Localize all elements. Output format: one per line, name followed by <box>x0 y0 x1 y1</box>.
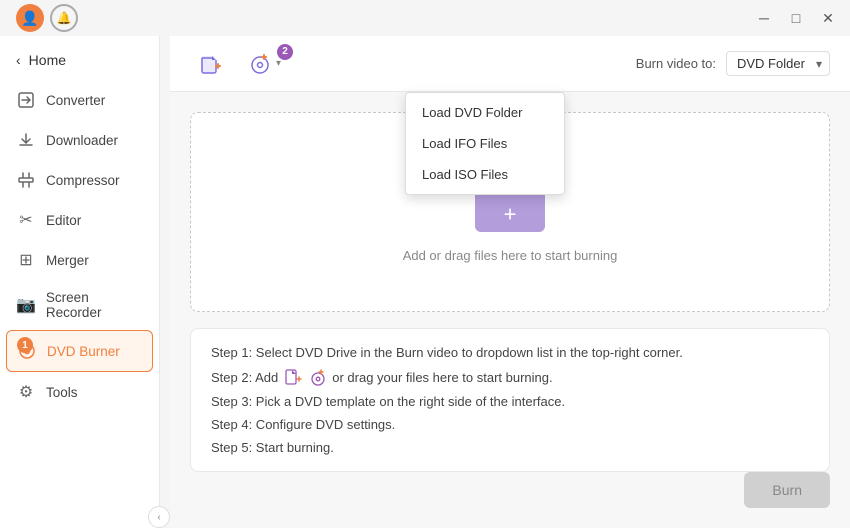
maximize-button[interactable]: □ <box>782 4 810 32</box>
editor-icon: ✂ <box>16 210 36 230</box>
merger-label: Merger <box>46 253 89 268</box>
sidebar-item-converter[interactable]: Converter <box>0 80 159 120</box>
sidebar-item-downloader[interactable]: Downloader <box>0 120 159 160</box>
compressor-label: Compressor <box>46 173 120 188</box>
sidebar-collapse-button[interactable]: ‹ <box>148 506 170 528</box>
screen-recorder-label: Screen Recorder <box>46 290 143 320</box>
downloader-icon <box>16 130 36 150</box>
close-button[interactable]: ✕ <box>814 4 842 32</box>
instruction-step4: Step 4: Configure DVD settings. <box>211 417 809 432</box>
back-arrow-icon: ‹ <box>16 52 21 68</box>
back-button[interactable]: ‹ Home <box>0 44 159 76</box>
dvd-badge: 2 <box>277 44 293 60</box>
instruction-step2: Step 2: Add <box>211 368 809 386</box>
app-icon-bell: 🔔 <box>50 4 78 32</box>
instruction-step5: Step 5: Start burning. <box>211 440 809 455</box>
sidebar-badge: 1 <box>17 337 33 353</box>
merger-icon: ⊞ <box>16 250 36 270</box>
add-dvd-button[interactable]: 2 ▾ <box>240 46 289 82</box>
toolbar: 2 ▾ Burn video to: DVD Folder DVD Disc I… <box>170 36 850 92</box>
minimize-button[interactable]: ─ <box>750 4 778 32</box>
tools-label: Tools <box>46 385 78 400</box>
sidebar-item-editor[interactable]: ✂ Editor <box>0 200 159 240</box>
sidebar-item-dvd-burner[interactable]: 1 DVD Burner <box>6 330 153 372</box>
burn-select-wrapper[interactable]: DVD Folder DVD Disc ISO File <box>726 51 830 76</box>
sidebar-item-compressor[interactable]: Compressor <box>0 160 159 200</box>
tools-icon: ⚙ <box>16 382 36 402</box>
back-label: Home <box>29 52 66 68</box>
title-bar-icons: 👤 🔔 <box>16 4 78 32</box>
burn-select[interactable]: DVD Folder DVD Disc ISO File <box>726 51 830 76</box>
folder-plus-icon: + <box>504 201 517 227</box>
dropdown-item-iso-files[interactable]: Load ISO Files <box>406 159 564 190</box>
editor-label: Editor <box>46 213 81 228</box>
sidebar-item-tools[interactable]: ⚙ Tools <box>0 372 159 412</box>
converter-icon <box>16 90 36 110</box>
burn-button-wrapper: Burn <box>744 472 830 508</box>
add-dvd-inline-icon <box>308 368 326 386</box>
dropdown-arrow-icon: ▾ <box>276 58 281 69</box>
converter-label: Converter <box>46 93 105 108</box>
toolbar-right: Burn video to: DVD Folder DVD Disc ISO F… <box>636 51 830 76</box>
burn-video-label: Burn video to: <box>636 56 716 71</box>
burn-button[interactable]: Burn <box>744 472 830 508</box>
content-area: 2 ▾ Burn video to: DVD Folder DVD Disc I… <box>170 36 850 528</box>
add-file-inline-icon <box>284 368 302 386</box>
add-file-button[interactable] <box>190 46 230 82</box>
dropdown-item-ifo-files[interactable]: Load IFO Files <box>406 128 564 159</box>
main-layout: ‹ Home Converter Downloader <box>0 36 850 528</box>
sidebar: ‹ Home Converter Downloader <box>0 36 160 528</box>
instructions-panel: Step 1: Select DVD Drive in the Burn vid… <box>190 328 830 472</box>
instruction-step3: Step 3: Pick a DVD template on the right… <box>211 394 809 409</box>
instruction-step1: Step 1: Select DVD Drive in the Burn vid… <box>211 345 809 360</box>
sidebar-item-screen-recorder[interactable]: 📷 Screen Recorder <box>0 280 159 330</box>
title-bar: 👤 🔔 ─ □ ✕ <box>0 0 850 36</box>
dvd-burner-label: DVD Burner <box>47 344 120 359</box>
downloader-label: Downloader <box>46 133 118 148</box>
screen-recorder-icon: 📷 <box>16 295 36 315</box>
sidebar-item-merger[interactable]: ⊞ Merger <box>0 240 159 280</box>
compressor-icon <box>16 170 36 190</box>
drop-zone-text: Add or drag files here to start burning <box>403 248 618 263</box>
dropdown-menu: Load DVD Folder Load IFO Files Load ISO … <box>405 92 565 195</box>
app-icon-user: 👤 <box>16 4 44 32</box>
dropdown-item-dvd-folder[interactable]: Load DVD Folder <box>406 97 564 128</box>
